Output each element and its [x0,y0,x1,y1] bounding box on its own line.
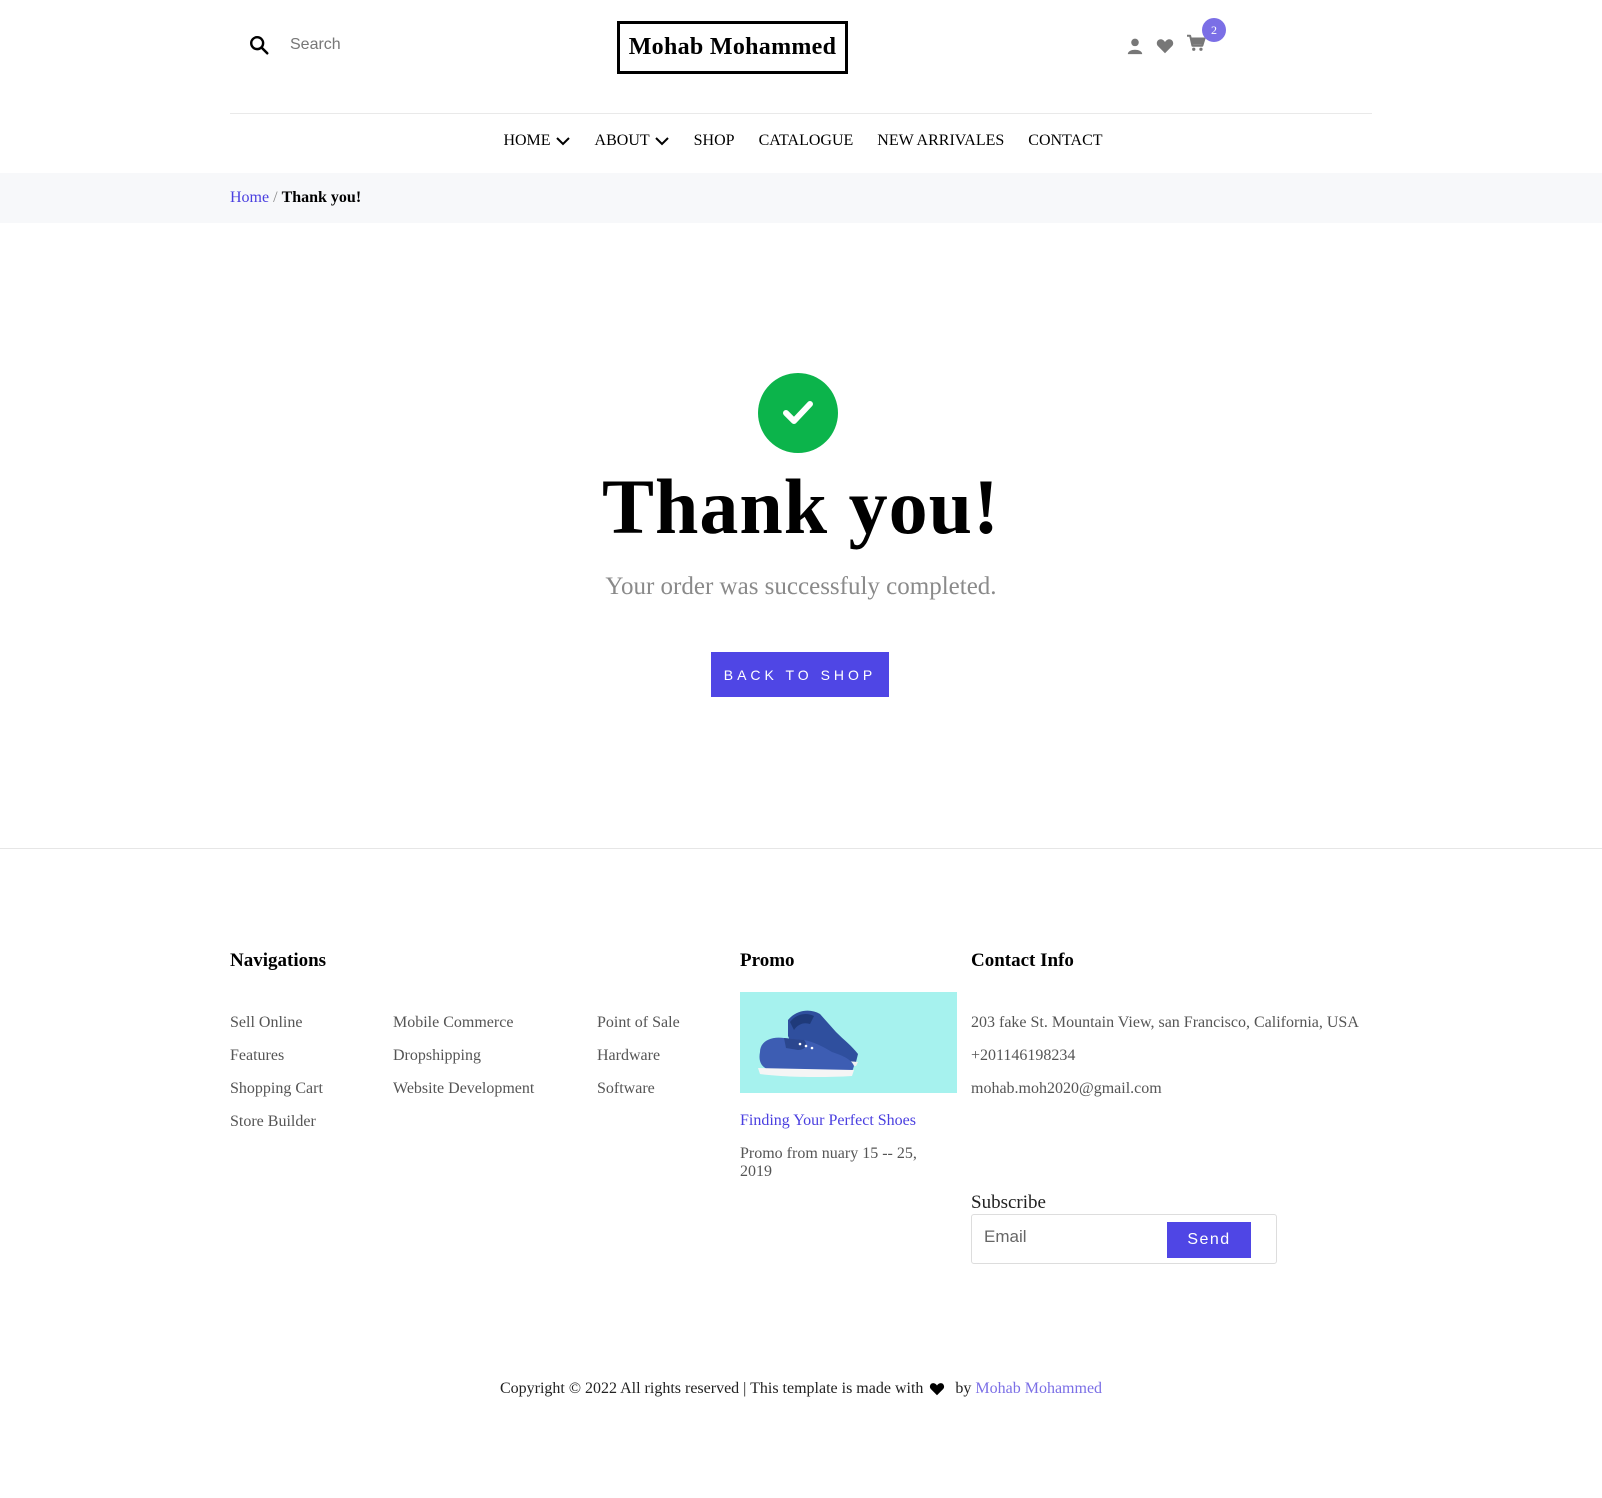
footer-link[interactable]: Software [597,1072,680,1105]
copyright-text: Copyright © 2022 All rights reserved | T… [499,1380,924,1397]
nav-item-catalogue[interactable]: CATALOGUE [759,132,854,150]
nav-item-label: ABOUT [594,132,650,149]
cart[interactable]: 2 [1186,18,1226,57]
footer-link[interactable]: Store Builder [230,1105,323,1138]
subscribe-email-input[interactable] [984,1227,1164,1247]
footer-link[interactable]: Website Development [393,1072,534,1105]
nav-item-label: SHOP [693,132,735,149]
breadcrumb-separator: / [273,189,278,206]
promo-shoe-image[interactable] [740,992,957,1093]
contact-email[interactable]: mohab.moh2020@gmail.com [971,1072,1359,1105]
subscribe-send-button[interactable]: Send [1167,1222,1251,1258]
breadcrumb-current: Thank you! [281,189,362,206]
order-success-message: Your order was successfuly completed. [605,573,997,600]
author-link[interactable]: Mohab Mohammed [975,1380,1102,1397]
nav-item-label: CATALOGUE [758,132,854,149]
chevron-down-icon [555,137,570,146]
footer-link[interactable]: Mobile Commerce [393,1006,534,1039]
search-icon[interactable] [248,34,270,56]
nav-item-label: NEW ARRIVALES [877,132,1005,149]
promo-link[interactable]: Finding Your Perfect Shoes [740,1112,916,1130]
footer-link[interactable]: Features [230,1039,323,1072]
footer-link[interactable]: Point of Sale [597,1006,680,1039]
heart-icon [930,1383,945,1396]
contact-phone[interactable]: +201146198234 [971,1039,1359,1072]
footer-link[interactable]: Sell Online [230,1006,323,1039]
cart-icon[interactable] [1186,34,1206,52]
cart-count-badge: 2 [1202,18,1226,42]
footer-nav-column-3: Point of Sale Hardware Software [597,1006,680,1105]
contact-info-list: 203 fake St. Mountain View, san Francisc… [971,1006,1359,1105]
promo-dates: Promo from nuary 15 -- 25, 2019 [740,1145,917,1180]
nav-item-shop[interactable]: SHOP [694,132,735,150]
breadcrumb: Home / Thank you! [230,189,361,207]
footer-nav-column-1: Sell Online Features Shopping Cart Store… [230,1006,323,1138]
nav-item-about[interactable]: ABOUT [595,132,670,150]
nav-item-new-arrivales[interactable]: NEW ARRIVALES [877,132,1004,150]
copyright-by: by [955,1380,972,1397]
footer-contact-title: Contact Info [971,950,1074,971]
breadcrumb-home-link[interactable]: Home [230,189,269,206]
nav-item-label: HOME [503,132,551,149]
header-icons: 2 [1126,18,1226,57]
subscribe-label: Subscribe [971,1192,1046,1213]
footer-promo-title: Promo [740,950,795,971]
subscribe-form: Send [971,1214,1277,1264]
back-to-shop-button[interactable]: BACK TO SHOP [711,652,889,697]
nav-item-contact[interactable]: CONTACT [1028,132,1102,150]
main-nav: HOME ABOUT SHOP CATALOGUE NEW ARRIVALES … [0,132,1602,150]
copyright: Copyright © 2022 All rights reserved | T… [0,1380,1602,1398]
nav-item-home[interactable]: HOME [503,132,570,150]
site-logo[interactable]: Mohab Mohammed [617,21,848,74]
user-icon[interactable] [1126,37,1144,55]
heart-icon[interactable] [1156,37,1174,55]
footer-link[interactable]: Shopping Cart [230,1072,323,1105]
footer-navigations-title: Navigations [230,950,327,971]
search-bar [248,34,510,56]
footer-link[interactable]: Hardware [597,1039,680,1072]
chevron-down-icon [654,137,669,146]
footer-divider [0,848,1602,849]
page-title: Thank you! [601,463,1001,550]
footer-link[interactable]: Dropshipping [393,1039,534,1072]
footer-nav-column-2: Mobile Commerce Dropshipping Website Dev… [393,1006,534,1105]
breadcrumb-bar: Home / Thank you! [0,173,1602,223]
nav-item-label: CONTACT [1028,132,1103,149]
header-divider [230,113,1372,114]
search-input[interactable] [290,36,510,54]
contact-address: 203 fake St. Mountain View, san Francisc… [971,1014,1359,1031]
success-check-icon [758,373,838,453]
